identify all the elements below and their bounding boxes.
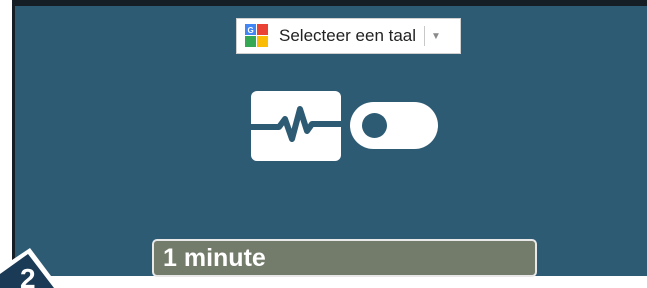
google-translate-icon: G bbox=[245, 24, 268, 47]
step-number-badge: 2 bbox=[0, 248, 60, 288]
toggle-switch[interactable] bbox=[350, 102, 438, 149]
chevron-down-icon[interactable]: ▼ bbox=[431, 31, 441, 42]
svg-text:G: G bbox=[248, 26, 254, 35]
app-frame: G Selecteer een taal ▼ 1 minute 2 bbox=[0, 0, 647, 288]
language-select-divider bbox=[424, 26, 426, 46]
main-panel: G Selecteer een taal ▼ 1 minute bbox=[12, 0, 647, 277]
language-select[interactable]: G Selecteer een taal ▼ bbox=[236, 18, 461, 54]
duration-select[interactable]: 1 minute bbox=[152, 239, 537, 277]
duration-value: 1 minute bbox=[163, 243, 266, 272]
activity-card[interactable] bbox=[251, 91, 341, 161]
toggle-knob[interactable] bbox=[362, 113, 387, 138]
language-select-label: Selecteer een taal bbox=[279, 26, 417, 45]
heartbeat-icon bbox=[251, 106, 341, 142]
